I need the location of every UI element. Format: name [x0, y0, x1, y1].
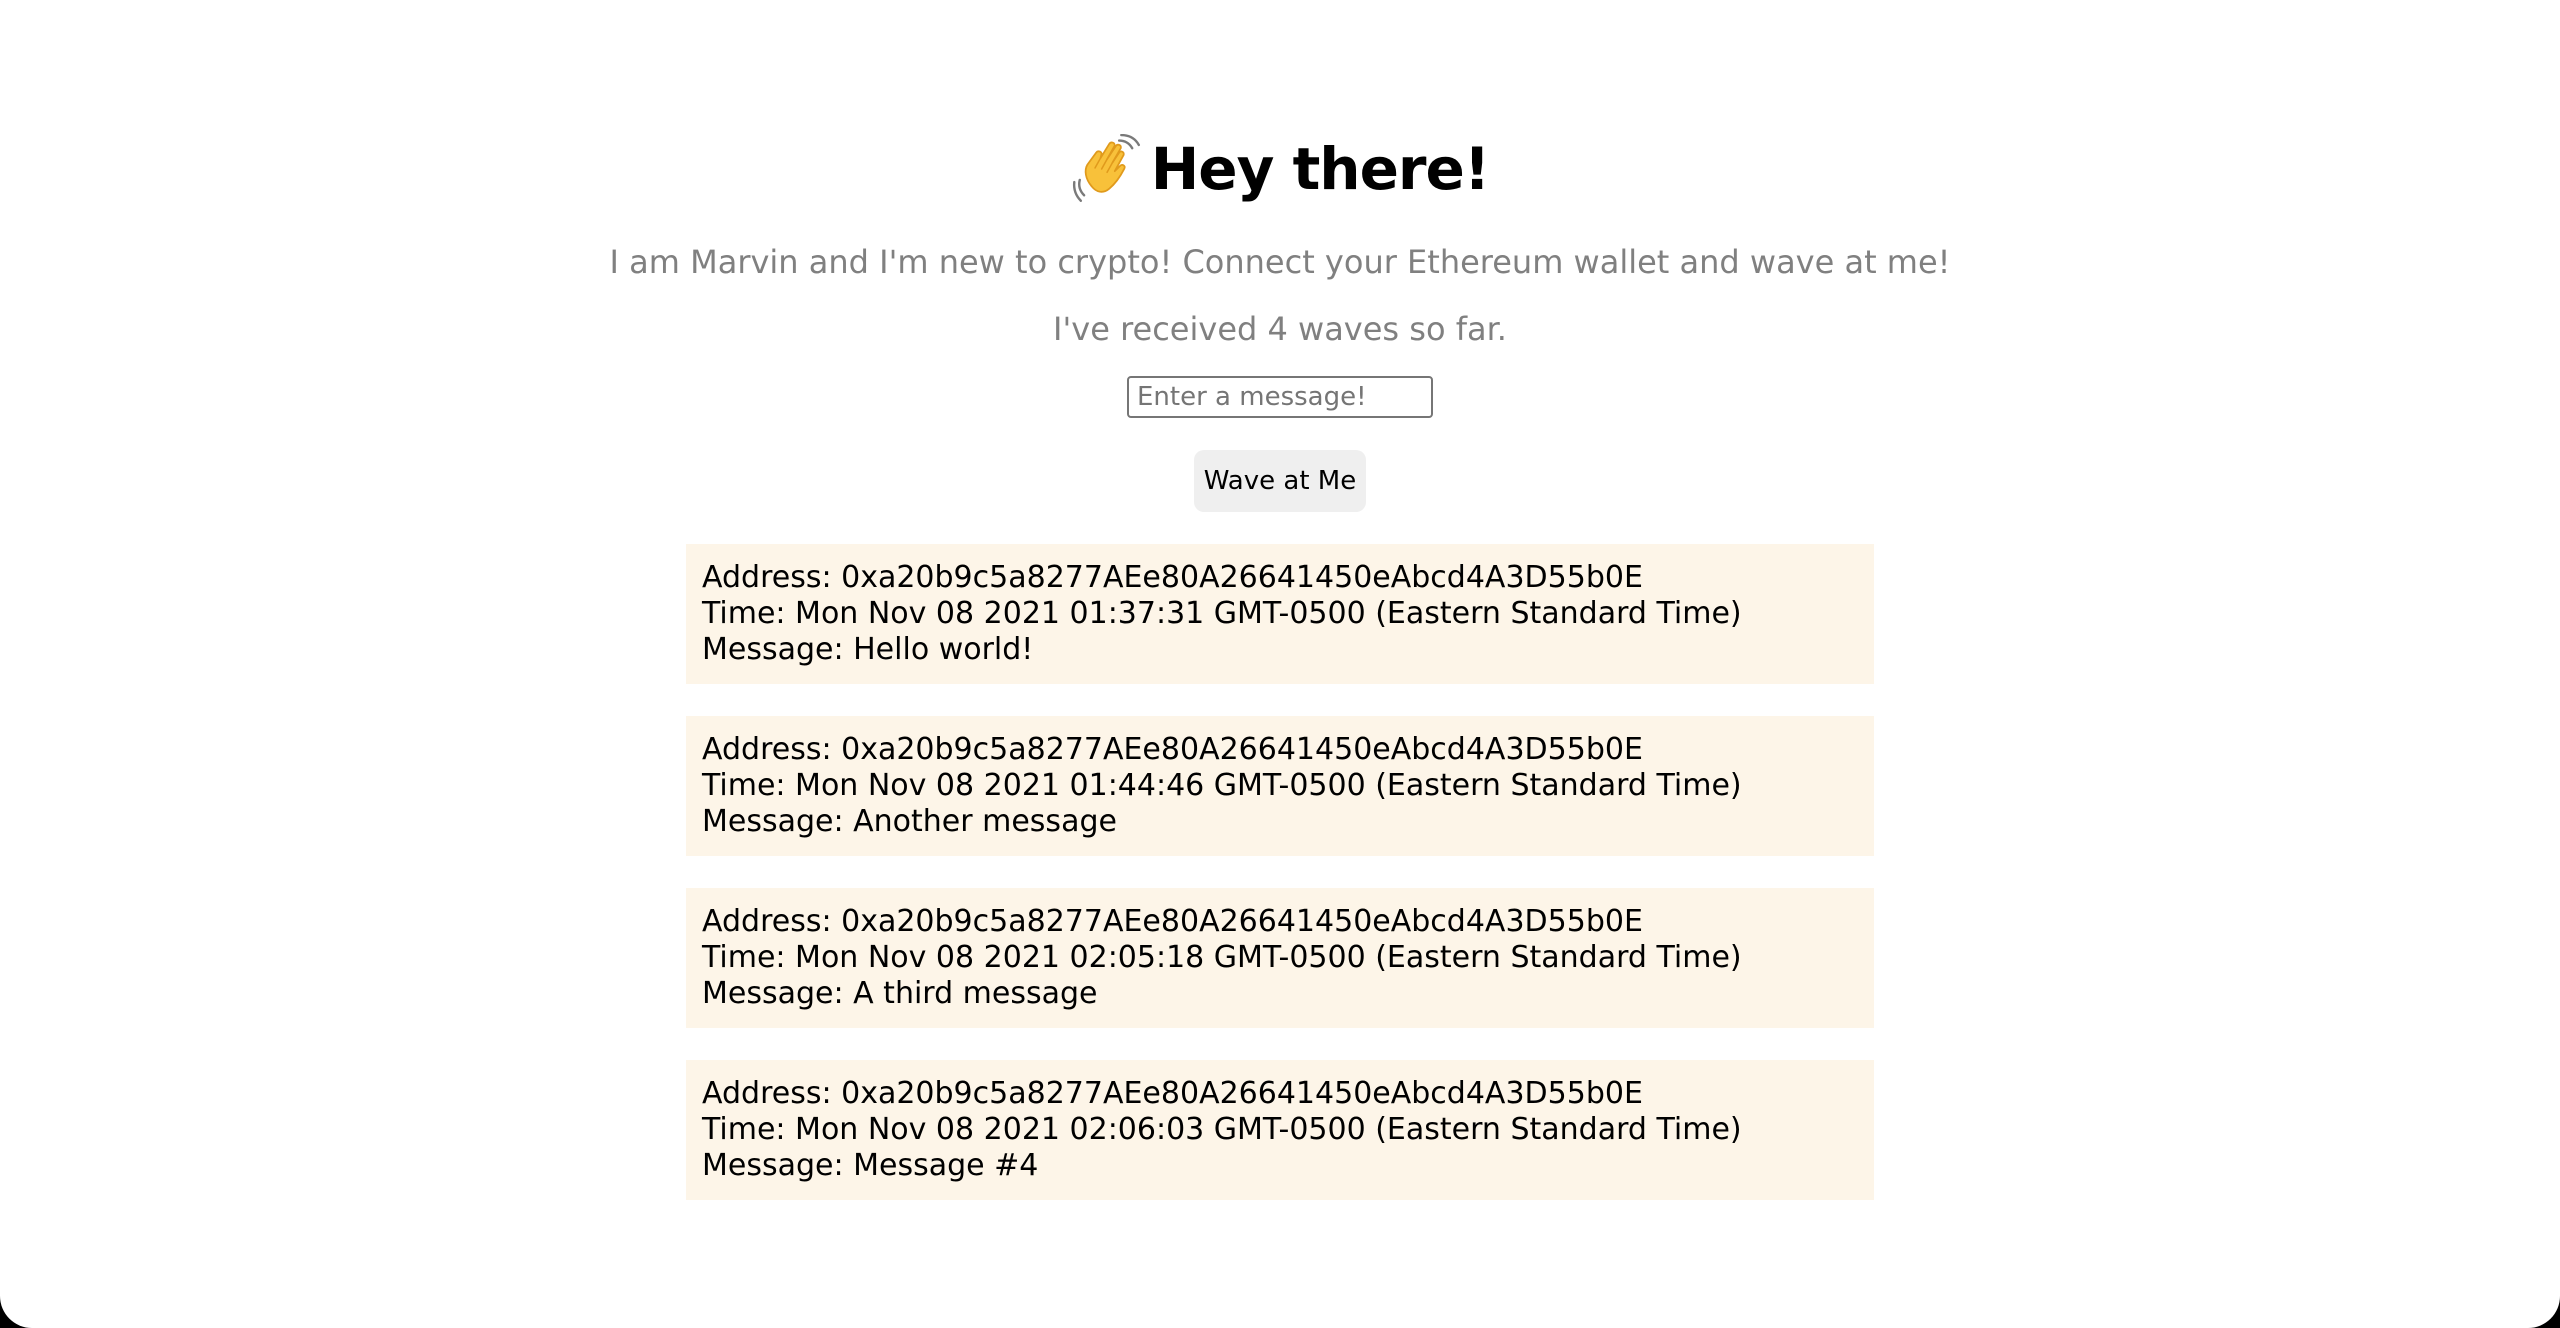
- waving-hand-icon: [1071, 133, 1141, 204]
- bio-text: I am Marvin and I'm new to crypto! Conne…: [609, 243, 1951, 281]
- page-title: Hey there!: [1150, 135, 1491, 203]
- wave-time: Time: Mon Nov 08 2021 01:44:46 GMT-0500 …: [702, 768, 1742, 803]
- wave-message: Message: Another message: [702, 804, 1117, 839]
- wave-address: Address: 0xa20b9c5a8277AEe80A26641450eAb…: [702, 560, 1643, 595]
- wave-address: Address: 0xa20b9c5a8277AEe80A26641450eAb…: [702, 904, 1643, 939]
- wave-card: Address: 0xa20b9c5a8277AEe80A26641450eAb…: [686, 888, 1874, 1028]
- wave-list: Address: 0xa20b9c5a8277AEe80A26641450eAb…: [686, 544, 1874, 1232]
- wave-time: Time: Mon Nov 08 2021 02:05:18 GMT-0500 …: [702, 940, 1742, 975]
- wave-card: Address: 0xa20b9c5a8277AEe80A26641450eAb…: [686, 544, 1874, 684]
- wave-card: Address: 0xa20b9c5a8277AEe80A26641450eAb…: [686, 716, 1874, 856]
- page-header: Hey there!: [1071, 128, 1490, 210]
- wave-time: Time: Mon Nov 08 2021 01:37:31 GMT-0500 …: [702, 596, 1742, 631]
- wave-address: Address: 0xa20b9c5a8277AEe80A26641450eAb…: [702, 1076, 1643, 1111]
- wave-message: Message: A third message: [702, 976, 1098, 1011]
- wave-message: Message: Hello world!: [702, 632, 1034, 667]
- app-window: Hey there! I am Marvin and I'm new to cr…: [0, 0, 2560, 1328]
- wave-message: Message: Message #4: [702, 1148, 1039, 1183]
- main-container: Hey there! I am Marvin and I'm new to cr…: [610, 0, 1950, 1232]
- wave-time: Time: Mon Nov 08 2021 02:06:03 GMT-0500 …: [702, 1112, 1742, 1147]
- wave-card: Address: 0xa20b9c5a8277AEe80A26641450eAb…: [686, 1060, 1874, 1200]
- wave-count-text: I've received 4 waves so far.: [1053, 310, 1507, 348]
- message-input[interactable]: [1127, 376, 1433, 418]
- wave-at-me-button[interactable]: Wave at Me: [1194, 450, 1366, 512]
- wave-address: Address: 0xa20b9c5a8277AEe80A26641450eAb…: [702, 732, 1643, 767]
